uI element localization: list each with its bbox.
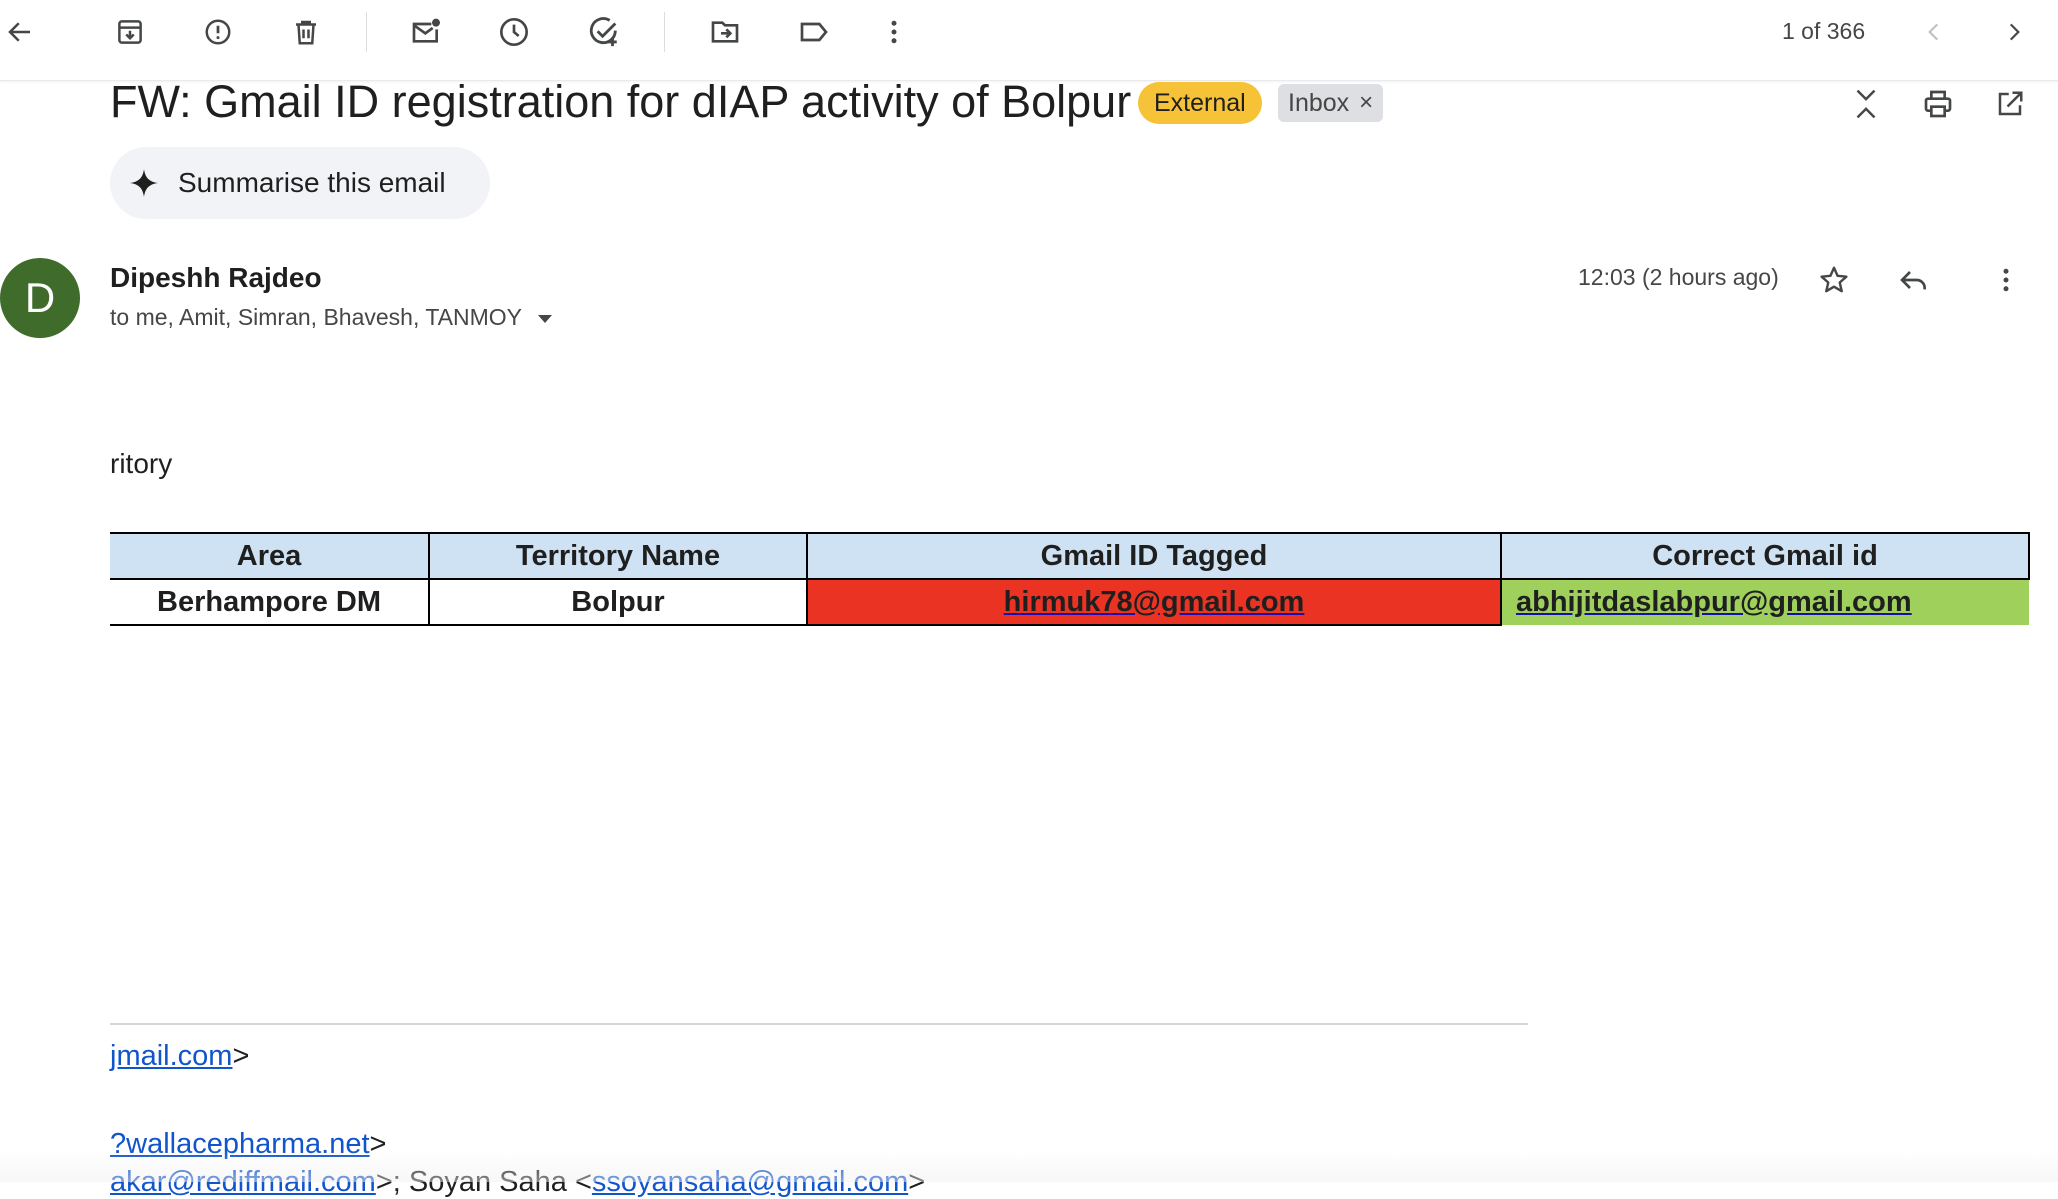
sparkle-icon [126, 165, 162, 201]
toolbar-divider [664, 12, 665, 52]
quoted-tail-1: > [232, 1040, 250, 1072]
snooze-icon[interactable] [494, 12, 534, 52]
quoted-link-1[interactable]: jmail.com [110, 1040, 232, 1072]
correct-email-link[interactable]: abhijitdaslabpur@gmail.com [1516, 586, 1912, 618]
cell-correct-gmail: abhijitdaslabpur@gmail.com [1500, 578, 2029, 625]
back-arrow-icon[interactable] [0, 12, 40, 52]
recipients-line: to me, Amit, Simran, Bhavesh, TANMOY [110, 304, 554, 331]
body-text: ritory [110, 448, 173, 479]
add-task-icon[interactable] [584, 12, 624, 52]
col-header-gmail-tagged: Gmail ID Tagged [806, 532, 1502, 580]
quoted-line-1: jmail.com> [110, 1040, 249, 1073]
archive-icon[interactable] [110, 12, 150, 52]
label-icon[interactable] [794, 12, 834, 52]
email-timestamp: 12:03 (2 hours ago) [1578, 264, 1779, 290]
bottom-fade [0, 1150, 2058, 1182]
label-external: External [1138, 82, 1262, 124]
collapse-all-icon[interactable] [1844, 82, 1888, 126]
move-to-icon[interactable] [705, 12, 745, 52]
show-details-dropdown-icon[interactable] [536, 313, 554, 325]
summarise-label: Summarise this email [178, 167, 446, 198]
avatar[interactable]: D [0, 258, 80, 338]
open-in-new-window-icon[interactable] [1988, 82, 2032, 126]
cell-area: Berhampore DM [110, 578, 430, 626]
more-options-icon[interactable] [1984, 258, 2028, 302]
delete-icon[interactable] [286, 12, 326, 52]
summarise-button[interactable]: Summarise this email [110, 147, 490, 219]
wrong-email-link[interactable]: hirmuk78@gmail.com [1004, 586, 1305, 618]
col-header-area: Area [110, 532, 430, 580]
star-icon[interactable] [1812, 258, 1856, 302]
report-spam-icon[interactable] [198, 12, 238, 52]
newer-chevron-icon[interactable] [1994, 12, 2034, 52]
reply-icon[interactable] [1892, 258, 1936, 302]
sender-name[interactable]: Dipeshh Rajdeo [110, 262, 322, 294]
label-inbox: Inbox × [1278, 84, 1384, 122]
email-subject: FW: Gmail ID registration for dIAP activ… [110, 76, 1132, 127]
print-icon[interactable] [1916, 82, 1960, 126]
territory-table: Area Territory Name Gmail ID Tagged Corr… [110, 532, 2030, 626]
older-chevron-icon[interactable] [1914, 12, 1954, 52]
cell-gmail-tagged: hirmuk78@gmail.com [806, 578, 1502, 626]
cell-territory: Bolpur [428, 578, 808, 626]
table-row: Berhampore DM Bolpur hirmuk78@gmail.com … [110, 578, 2029, 626]
col-header-correct-gmail: Correct Gmail id [1500, 532, 2030, 580]
remove-label-icon[interactable]: × [1359, 84, 1373, 122]
table-header-row: Area Territory Name Gmail ID Tagged Corr… [110, 532, 2030, 580]
label-inbox-text: Inbox [1288, 89, 1350, 117]
mark-unread-icon[interactable] [406, 12, 446, 52]
recipients-text: to me, Amit, Simran, Bhavesh, TANMOY [110, 304, 522, 330]
toolbar-divider [366, 12, 367, 52]
pager-count: 1 of 366 [1782, 18, 1866, 44]
quoted-divider [110, 1023, 1528, 1025]
more-vert-icon[interactable] [874, 12, 914, 52]
col-header-territory: Territory Name [428, 532, 808, 580]
